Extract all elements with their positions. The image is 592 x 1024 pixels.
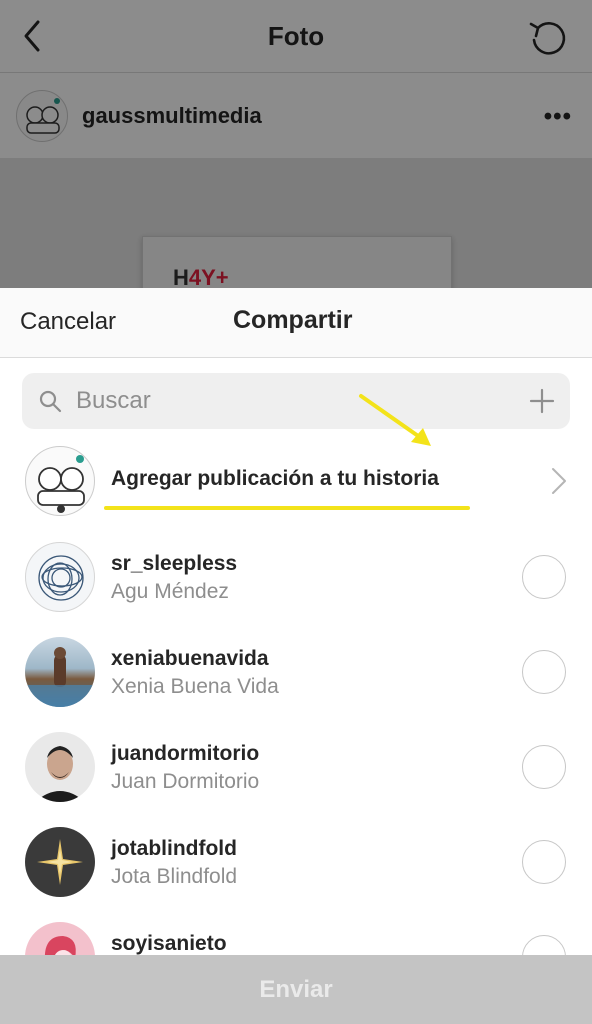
search-icon — [39, 390, 62, 413]
avatar — [25, 732, 95, 802]
yellow-underline-annotation — [104, 506, 470, 510]
contact-name: Xenia Buena Vida — [111, 675, 279, 698]
list-item[interactable]: juandormitorio Juan Dormitorio — [0, 732, 592, 827]
chevron-right-icon — [552, 468, 566, 494]
dim-overlay[interactable] — [0, 0, 592, 290]
select-radio[interactable] — [522, 650, 566, 694]
background-post-screen: Foto gaussmultimedia ••• H4Y+ — [0, 0, 592, 290]
select-radio[interactable] — [522, 840, 566, 884]
add-to-story-label: Agregar publicación a tu historia — [111, 467, 439, 490]
share-sheet: Cancelar Compartir Buscar Agregar public — [0, 288, 592, 1024]
avatar — [25, 827, 95, 897]
contact-username: juandormitorio — [111, 742, 260, 765]
list-item[interactable]: jotablindfold Jota Blindfold — [0, 827, 592, 922]
contact-name: Agu Méndez — [111, 580, 229, 603]
list-item[interactable]: xeniabuenavida Xenia Buena Vida — [0, 637, 592, 732]
cancel-button[interactable]: Cancelar — [20, 308, 116, 336]
contact-username: soyisanieto — [111, 932, 227, 955]
yellow-arrow-annotation — [359, 394, 431, 446]
avatar — [25, 542, 95, 612]
list-item[interactable]: sr_sleepless Agu Méndez — [0, 542, 592, 637]
story-avatar — [25, 446, 95, 516]
contact-name: Jota Blindfold — [111, 865, 238, 888]
send-label: Enviar — [259, 975, 333, 1003]
contact-name: Juan Dormitorio — [111, 770, 260, 793]
search-bar[interactable]: Buscar — [22, 373, 570, 429]
avatar — [25, 637, 95, 707]
send-button[interactable]: Enviar — [0, 955, 592, 1024]
share-title: Compartir — [233, 306, 353, 334]
plus-icon[interactable] — [528, 387, 556, 415]
contact-list: sr_sleepless Agu Méndez xeniabuenavida X… — [0, 542, 592, 1017]
contact-username: xeniabuenavida — [111, 647, 269, 670]
search-input[interactable]: Buscar — [76, 387, 151, 415]
share-sheet-header: Cancelar Compartir — [0, 288, 592, 358]
contact-username: jotablindfold — [111, 837, 237, 860]
contact-username: sr_sleepless — [111, 552, 238, 575]
select-radio[interactable] — [522, 745, 566, 789]
select-radio[interactable] — [522, 555, 566, 599]
